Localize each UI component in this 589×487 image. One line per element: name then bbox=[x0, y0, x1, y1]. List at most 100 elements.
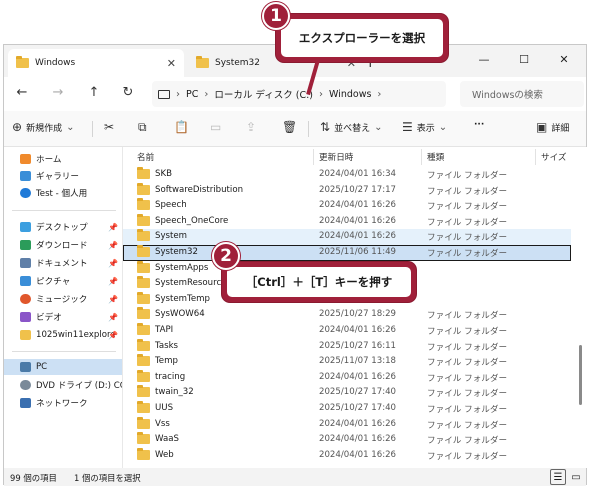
table-row[interactable]: SysWOW64 2025/10/27 18:29 ファイル フォルダー bbox=[123, 307, 571, 323]
search-input[interactable]: Windowsの検索 bbox=[460, 81, 584, 107]
file-name: UUS bbox=[155, 403, 174, 413]
file-name: SKB bbox=[155, 169, 172, 179]
folder-icon bbox=[137, 276, 150, 289]
pin-icon[interactable]: 📌 bbox=[108, 295, 118, 304]
sidebar-item-onedrive[interactable]: Test - 個人用 bbox=[4, 185, 122, 201]
tiles-view-button[interactable]: ▭ bbox=[568, 469, 584, 485]
delete-icon[interactable]: 🗑 bbox=[282, 120, 297, 134]
table-row[interactable]: Speech_OneCore 2024/04/01 16:26 ファイル フォルダー bbox=[123, 213, 571, 230]
desktop-icon bbox=[20, 222, 31, 232]
copy-icon[interactable]: ⧉ bbox=[138, 120, 147, 135]
sidebar-item-videos[interactable]: ビデオ 📌 bbox=[4, 309, 122, 325]
file-name: Speech_OneCore bbox=[155, 215, 229, 226]
pin-icon[interactable]: 📌 bbox=[108, 277, 118, 286]
details-button[interactable]: ▣ 詳細 bbox=[536, 120, 569, 134]
modified-date: 2025/11/07 13:18 bbox=[319, 356, 397, 367]
pin-icon[interactable]: 📌 bbox=[108, 241, 118, 250]
cut-icon[interactable]: ✂ bbox=[104, 120, 114, 134]
breadcrumb-pc[interactable]: PC bbox=[186, 89, 198, 100]
sidebar-item-documents[interactable]: ドキュメント 📌 bbox=[4, 255, 122, 271]
folder-icon bbox=[137, 198, 150, 211]
folder-icon bbox=[137, 369, 150, 382]
table-row[interactable]: UUS 2025/10/27 17:40 ファイル フォルダー bbox=[123, 401, 571, 417]
selection-count: 1 個の項目を選択 bbox=[74, 473, 141, 483]
new-button[interactable]: ⊕ 新規作成 ⌄ bbox=[12, 120, 74, 134]
sidebar-item-home[interactable]: ホーム bbox=[4, 151, 122, 167]
file-type: ファイル フォルダー bbox=[427, 311, 508, 322]
scroll-thumb[interactable] bbox=[579, 345, 582, 405]
table-row[interactable]: System32 2025/11/06 11:49 ファイル フォルダー bbox=[123, 245, 571, 261]
table-row[interactable]: TAPI 2024/04/01 16:26 ファイル フォルダー bbox=[123, 323, 571, 339]
paste-icon[interactable]: 📋 bbox=[174, 120, 189, 134]
command-bar: ⊕ 新規作成 ⌄ ✂ ⧉ 📋 ▭ ⇪ 🗑 ⇅ 並べ替え ⌄ ☰ 表示 ⌄ ···… bbox=[4, 111, 586, 147]
folder-icon bbox=[137, 416, 150, 429]
table-row[interactable]: Temp 2025/11/07 13:18 ファイル フォルダー bbox=[123, 354, 571, 370]
refresh-button[interactable]: ↻ bbox=[118, 85, 138, 100]
sort-up-icon: ⌃ bbox=[219, 147, 227, 154]
pin-icon[interactable]: 📌 bbox=[108, 331, 118, 340]
callout-select-explorer: エクスプローラーを選択 bbox=[276, 14, 448, 62]
sidebar-item-dvd[interactable]: DVD ドライブ (D:) CCCO bbox=[4, 377, 122, 393]
minimize-button[interactable]: — bbox=[464, 45, 504, 73]
forward-button[interactable]: → bbox=[48, 85, 68, 100]
address-bar[interactable]: › PC › ローカル ディスク (C:) › Windows › bbox=[152, 81, 446, 107]
pin-icon[interactable]: 📌 bbox=[108, 223, 118, 232]
sidebar-item-downloads[interactable]: ダウンロード 📌 bbox=[4, 237, 122, 253]
vertical-scrollbar[interactable] bbox=[579, 167, 583, 457]
sidebar-item-network[interactable]: ネットワーク bbox=[4, 395, 122, 411]
up-button[interactable]: ↑ bbox=[84, 85, 104, 100]
sidebar-item-pictures[interactable]: ピクチャ 📌 bbox=[4, 273, 122, 289]
sidebar-item-folder[interactable]: 1025win11explore 📌 bbox=[4, 327, 122, 343]
sidebar-item-pc[interactable]: PC bbox=[4, 359, 122, 375]
sidebar-item-label: ホーム bbox=[36, 155, 62, 165]
back-button[interactable]: ← bbox=[12, 85, 32, 100]
sidebar-item-label: ビデオ bbox=[36, 313, 62, 323]
breadcrumb-windows[interactable]: Windows bbox=[329, 89, 371, 100]
table-row[interactable]: System 2024/04/01 16:26 ファイル フォルダー bbox=[123, 229, 571, 245]
sidebar-item-music[interactable]: ミュージック 📌 bbox=[4, 291, 122, 307]
column-name[interactable]: 名前 bbox=[137, 151, 154, 163]
pin-icon[interactable]: 📌 bbox=[108, 313, 118, 322]
folder-icon bbox=[137, 291, 150, 304]
breadcrumb-drive[interactable]: ローカル ディスク (C:) bbox=[214, 87, 313, 101]
step-badge-1: 1 bbox=[262, 2, 290, 30]
folder-icon bbox=[137, 401, 150, 413]
details-view-button[interactable]: ☰ bbox=[550, 469, 566, 485]
column-type[interactable]: 種類 bbox=[427, 151, 444, 163]
folder-icon bbox=[137, 167, 150, 179]
rename-icon[interactable]: ▭ bbox=[210, 120, 221, 134]
chevron-right-icon: › bbox=[176, 88, 180, 100]
share-icon[interactable]: ⇪ bbox=[246, 120, 256, 134]
monitor-icon bbox=[158, 89, 170, 99]
folder-icon bbox=[196, 56, 209, 68]
table-row[interactable]: tracing 2024/04/01 16:26 ファイル フォルダー bbox=[123, 369, 571, 386]
table-row[interactable]: Speech 2024/04/01 16:26 ファイル フォルダー bbox=[123, 198, 571, 214]
table-row[interactable]: WaaS 2024/04/01 16:26 ファイル フォルダー bbox=[123, 432, 571, 448]
table-row[interactable]: Web 2024/04/01 16:26 ファイル フォルダー bbox=[123, 447, 571, 464]
pin-icon[interactable]: 📌 bbox=[108, 259, 118, 268]
maximize-button[interactable]: ☐ bbox=[504, 45, 544, 73]
sidebar-item-desktop[interactable]: デスクトップ 📌 bbox=[4, 219, 122, 235]
file-name: twain_32 bbox=[155, 387, 194, 398]
column-date[interactable]: 更新日時 bbox=[319, 151, 353, 163]
table-row[interactable]: Vss 2024/04/01 16:26 ファイル フォルダー bbox=[123, 416, 571, 433]
close-icon[interactable]: ✕ bbox=[167, 57, 176, 70]
close-window-button[interactable]: ✕ bbox=[544, 45, 584, 73]
tab-windows[interactable]: Windows ✕ bbox=[8, 49, 184, 77]
folder-icon bbox=[20, 330, 31, 340]
more-options-button[interactable]: ··· bbox=[474, 120, 484, 130]
view-button[interactable]: ☰ 表示 ⌄ bbox=[402, 120, 447, 134]
column-size[interactable]: サイズ bbox=[541, 151, 567, 163]
table-row[interactable]: SKB 2024/04/01 16:34 ファイル フォルダー bbox=[123, 167, 571, 183]
sidebar-item-label: ギャラリー bbox=[36, 172, 79, 182]
sidebar-item-gallery[interactable]: ギャラリー bbox=[4, 168, 122, 184]
column-divider[interactable] bbox=[535, 149, 536, 165]
sort-button[interactable]: ⇅ 並べ替え ⌄ bbox=[320, 120, 382, 134]
table-row[interactable]: Tasks 2025/10/27 16:11 ファイル フォルダー bbox=[123, 338, 571, 355]
table-row[interactable]: twain_32 2025/10/27 17:40 ファイル フォルダー bbox=[123, 385, 571, 401]
table-row[interactable]: SoftwareDistribution 2025/10/27 17:17 ファイル… bbox=[123, 182, 571, 199]
column-divider[interactable] bbox=[313, 149, 314, 165]
sidebar-divider bbox=[12, 351, 116, 352]
sort-icon: ⇅ bbox=[320, 120, 331, 134]
column-divider[interactable] bbox=[421, 149, 422, 165]
